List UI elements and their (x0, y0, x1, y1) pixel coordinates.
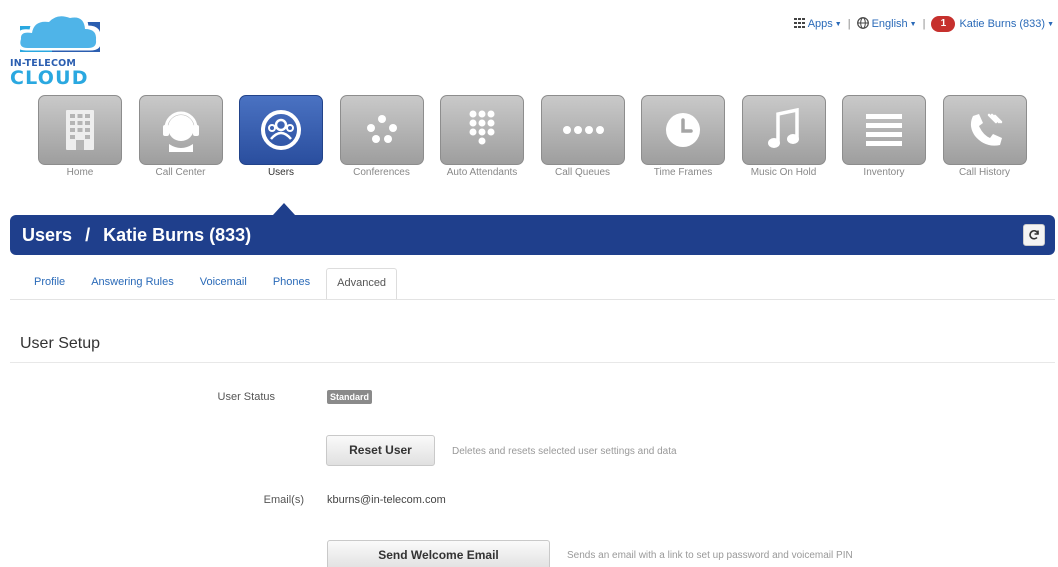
building-icon (66, 110, 94, 150)
phone-history-icon (970, 113, 1002, 146)
tab-advanced[interactable]: Advanced (326, 268, 398, 300)
nav-tile (842, 95, 926, 165)
nav-tile (540, 95, 625, 165)
nav-label: Conferences (353, 167, 410, 178)
tab-answering-rules[interactable]: Answering Rules (81, 268, 184, 300)
user-status-label: User Status (217, 391, 275, 403)
status-badge: Standard (327, 390, 373, 404)
keypad-icon (469, 110, 495, 145)
user-menu[interactable]: 1 Katie Burns (833) ▼ (931, 16, 1054, 32)
send-welcome-email-button[interactable]: Send Welcome Email (327, 540, 550, 567)
menu-divider: | (922, 18, 926, 30)
top-menu: Apps ▼ | English ▼ | 1 Katie Burns (833)… (793, 16, 1054, 32)
chevron-down-icon: ▼ (909, 20, 917, 28)
nav-auto-attendants[interactable]: Auto Attendants (440, 95, 524, 179)
nav-tile (440, 95, 524, 165)
nav-home[interactable]: Home (38, 95, 122, 179)
nav-tile (339, 95, 424, 165)
nav-label: Call History (958, 167, 1011, 178)
logo-text-bottom: CLOUD (10, 67, 89, 89)
language-menu[interactable]: English ▼ (856, 16, 917, 32)
nav-music-on-hold[interactable]: Music On Hold (741, 95, 826, 179)
page-title: Users / Katie Burns (833) (22, 225, 251, 246)
company-logo[interactable]: IN-TELECOM CLOUD (10, 6, 110, 89)
breadcrumb-section[interactable]: Users (22, 225, 72, 245)
nav-tile (138, 95, 223, 165)
nav-label: Time Frames (653, 167, 713, 178)
main-nav: Home Call Center Users Conferences Auto … (38, 95, 1043, 179)
globe-icon (856, 16, 869, 32)
chevron-down-icon: ▼ (1047, 20, 1054, 28)
refresh-button[interactable] (1023, 224, 1045, 246)
tab-profile[interactable]: Profile (24, 268, 75, 300)
nav-label: Call Queues (554, 167, 611, 178)
nav-inventory[interactable]: Inventory (842, 95, 926, 179)
grid-icon (793, 17, 805, 31)
page-title-bar: Users / Katie Burns (833) (10, 215, 1055, 255)
reset-user-help: Deletes and resets selected user setting… (452, 446, 677, 457)
nav-call-center[interactable]: Call Center (138, 95, 223, 179)
nav-tile (239, 95, 323, 165)
email-value: kburns@in-telecom.com (327, 494, 446, 506)
tab-divider (10, 299, 1055, 300)
cloud-logo-icon (16, 11, 101, 52)
headset-icon (162, 111, 199, 152)
list-icon (866, 114, 902, 146)
nav-tile (942, 95, 1027, 165)
nav-label: Home (66, 167, 94, 178)
breadcrumb-separator: / (85, 225, 91, 245)
nav-tile (38, 95, 122, 165)
nav-time-frames[interactable]: Time Frames (641, 95, 725, 179)
clock-icon (666, 113, 700, 147)
chevron-down-icon: ▼ (834, 20, 842, 28)
active-nav-pointer (273, 203, 295, 215)
users-icon (261, 110, 301, 150)
queue-icon (562, 126, 604, 134)
nav-label: Call Center (155, 167, 206, 178)
refresh-icon (1029, 230, 1039, 240)
nav-conferences[interactable]: Conferences (339, 95, 424, 179)
nav-call-history[interactable]: Call History (942, 95, 1027, 179)
nav-call-queues[interactable]: Call Queues (540, 95, 625, 179)
section-divider (10, 362, 1055, 363)
apps-label: Apps (807, 18, 833, 30)
tab-voicemail[interactable]: Voicemail (190, 268, 257, 300)
nav-tile (741, 95, 826, 165)
nav-label: Inventory (863, 167, 905, 178)
notification-badge[interactable]: 1 (931, 16, 956, 32)
section-title: User Setup (20, 335, 101, 352)
nav-label: Auto Attendants (446, 167, 518, 178)
email-label: Email(s) (263, 494, 304, 506)
send-welcome-email-help: Sends an email with a link to set up pas… (567, 550, 853, 561)
tab-phones[interactable]: Phones (263, 268, 320, 300)
nav-tile (641, 95, 725, 165)
breadcrumb-subject: Katie Burns (833) (103, 225, 252, 245)
nav-users[interactable]: Users (239, 95, 323, 179)
user-tabs: Profile Answering Rules Voicemail Phones… (24, 268, 403, 300)
music-icon (767, 108, 799, 148)
language-label: English (871, 18, 908, 30)
user-name: Katie Burns (833) (959, 18, 1046, 30)
menu-divider: | (847, 18, 851, 30)
reset-user-button[interactable]: Reset User (326, 435, 435, 466)
conference-icon (366, 115, 397, 143)
nav-label: Music On Hold (750, 167, 817, 178)
apps-menu[interactable]: Apps ▼ (793, 17, 842, 31)
nav-label: Users (267, 167, 295, 178)
